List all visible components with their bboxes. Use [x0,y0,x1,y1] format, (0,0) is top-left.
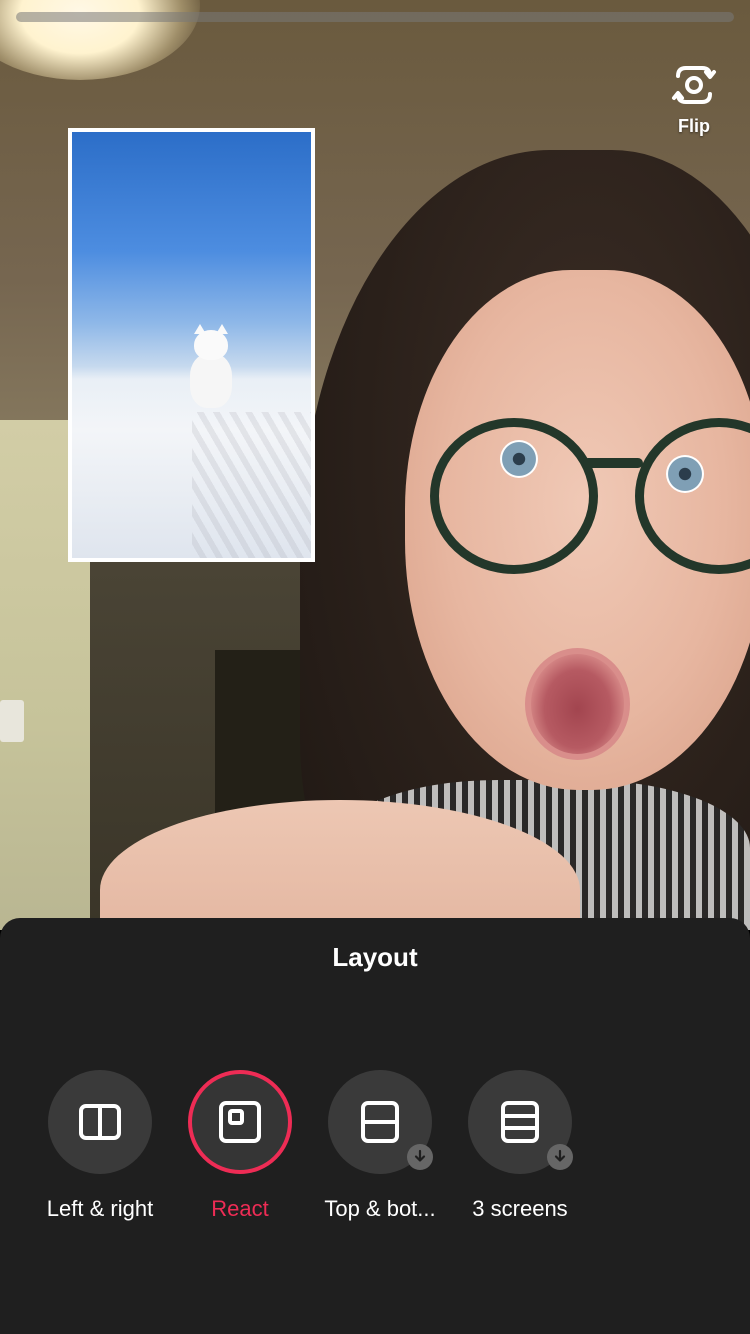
react-video-overlay[interactable] [68,128,315,562]
thermostat [0,700,24,742]
flip-label: Flip [678,116,710,136]
layout-option-circle[interactable] [48,1070,152,1174]
download-icon [547,1144,573,1170]
cat-body [190,354,232,408]
sheet-title: Layout [332,942,418,972]
split-left-right-icon [79,1104,121,1140]
cat-head [194,330,228,360]
progress-bar [16,12,734,22]
glasses-lens-left [430,418,598,574]
cat-image [188,324,234,414]
glasses-lens-right [635,418,750,574]
layout-sheet: Layout Left & right React Top & bot... 3… [0,918,750,1334]
flip-camera-icon [672,66,716,104]
person-glasses [415,418,750,574]
layout-option-label: 3 screens [472,1196,568,1221]
layout-option-circle[interactable] [188,1070,292,1174]
person-mouth [525,648,630,760]
flip-button[interactable]: Flip [656,60,732,144]
three-screens-icon [501,1101,539,1143]
react-pip-icon [219,1101,261,1143]
download-icon [407,1144,433,1170]
layout-option-3-screens[interactable]: 3 screens [445,1070,595,1240]
snow-tracks [192,412,311,558]
split-top-bottom-icon [361,1101,399,1143]
glasses-bridge [583,458,643,468]
